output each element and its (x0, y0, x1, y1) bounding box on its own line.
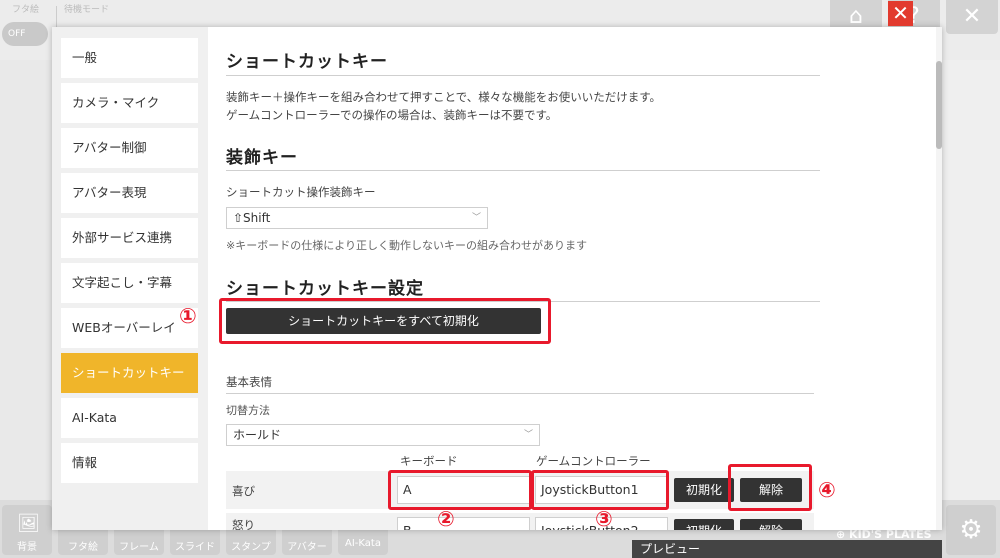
clear-row-button[interactable]: 解除 (740, 519, 802, 530)
modifier-key-select[interactable]: ⇧Shift ﹀ (226, 207, 488, 229)
annotation-marker-2: ② (437, 507, 455, 531)
sidebar-item-camera-mic[interactable]: カメラ・マイク (61, 83, 198, 123)
expression-name: 喜び (232, 484, 255, 498)
image-icon: 🖼 (17, 513, 40, 534)
annotation-marker-3: ③ (595, 507, 613, 531)
annotation-box-keyboard (388, 470, 532, 510)
scrollbar-thumb[interactable] (936, 61, 942, 149)
page-title: ショートカットキー (226, 52, 388, 72)
keyboard-key-input[interactable]: B (397, 517, 530, 530)
standby-toggle-label: 待機モード (64, 5, 110, 15)
sidebar-item-shortcut-keys[interactable]: ショートカットキー (61, 353, 198, 393)
sidebar-item-ai-kata[interactable]: AI-Kata (61, 398, 198, 438)
modifier-key-label: ショートカット操作装飾キー (226, 185, 376, 199)
divider (226, 170, 820, 171)
tool-label: フレーム (119, 542, 159, 553)
right-panel (942, 60, 1000, 530)
divider (226, 393, 814, 394)
description-line-2: ゲームコントローラーでの操作の場合は、装飾キーは不要です。 (226, 108, 558, 122)
tool-label: アバター (287, 542, 327, 553)
sidebar-item-avatar-expression[interactable]: アバター表現 (61, 173, 198, 213)
preview-bar: プレビュー (632, 540, 942, 558)
settings-modal: 一般 カメラ・マイク アバター制御 アバター表現 外部サービス連携 文字起こし・… (52, 27, 942, 530)
reset-row-button[interactable]: 初期化 (674, 519, 734, 530)
sidebar-item-external-services[interactable]: 外部サービス連携 (61, 218, 198, 258)
sidebar-item-web-overlay[interactable]: WEBオーバーレイ (61, 308, 198, 348)
chevron-down-icon: ﹀ (471, 213, 481, 223)
annotation-marker-4: ④ (818, 478, 836, 502)
switch-method-select[interactable]: ホールド ﹀ (226, 424, 540, 446)
gear-icon[interactable]: ⚙ (946, 505, 996, 555)
tool-label: 背景 (17, 542, 37, 553)
tool-label: AI-Kata (345, 538, 381, 549)
annotation-marker-1: ① (179, 304, 197, 328)
futae-toggle[interactable]: OFF (2, 22, 48, 46)
annotation-box-clear (728, 464, 812, 511)
tool-background[interactable]: 🖼 背景 (2, 505, 52, 555)
modifier-note: ※キーボードの仕様により正しく動作しないキーの組み合わせがあります (226, 239, 587, 252)
group-title: 基本表情 (226, 375, 272, 389)
expression-name: 怒り (232, 518, 255, 530)
description-line-1: 装飾キー＋操作キーを組み合わせて押すことで、様々な機能をお使いいただけます。 (226, 90, 662, 104)
settings-content: ショートカットキー 装飾キー＋操作キーを組み合わせて押すことで、様々な機能をお使… (208, 27, 942, 530)
modifier-key-value: ⇧Shift (233, 211, 271, 225)
shortcut-settings-heading: ショートカットキー設定 (226, 279, 424, 299)
annotation-box-reset-all (219, 298, 551, 344)
divider (226, 75, 820, 76)
chevron-down-icon: ﹀ (523, 430, 533, 440)
settings-sidebar: 一般 カメラ・マイク アバター制御 アバター表現 外部サービス連携 文字起こし・… (52, 27, 208, 530)
keyboard-column-header: キーボード (400, 454, 458, 468)
sidebar-item-transcription[interactable]: 文字起こし・字幕 (61, 263, 198, 303)
app-close-button[interactable]: ✕ (946, 0, 998, 34)
tool-label: スタンプ (231, 542, 271, 553)
modifier-heading: 装飾キー (226, 148, 298, 168)
controller-column-header: ゲームコントローラー (536, 454, 651, 468)
futae-toggle-label: フタ絵 (12, 5, 40, 15)
sidebar-item-avatar-control[interactable]: アバター制御 (61, 128, 198, 168)
sidebar-item-info[interactable]: 情報 (61, 443, 198, 483)
reset-row-button[interactable]: 初期化 (674, 478, 734, 502)
close-icon[interactable]: ✕ (888, 1, 913, 26)
sidebar-item-general[interactable]: 一般 (61, 38, 198, 78)
annotation-box-controller (531, 470, 669, 510)
tool-label: スライド (175, 542, 215, 553)
switch-method-label: 切替方法 (226, 404, 270, 417)
switch-method-value: ホールド (233, 428, 282, 442)
tool-label: フタ絵 (68, 542, 98, 553)
